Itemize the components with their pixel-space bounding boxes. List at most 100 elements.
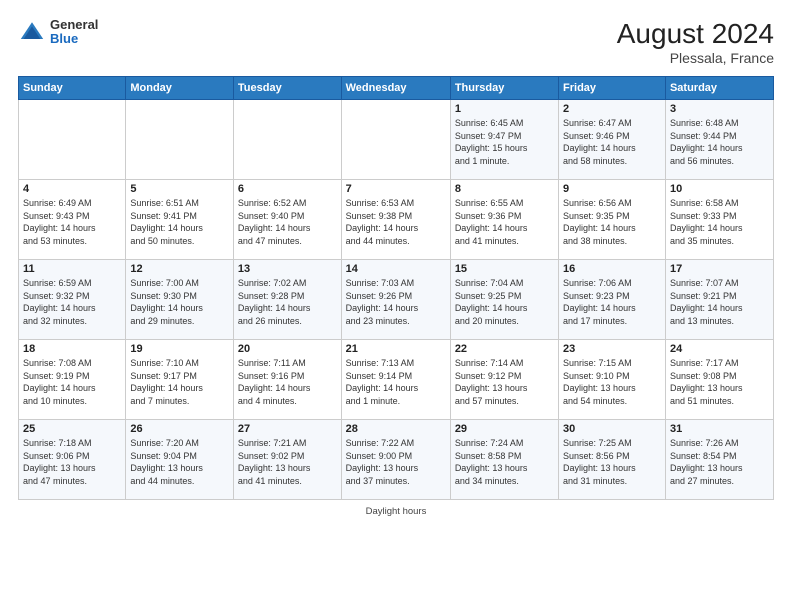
calendar-table: SundayMondayTuesdayWednesdayThursdayFrid…: [18, 76, 774, 500]
calendar-header-saturday: Saturday: [665, 77, 773, 100]
day-number: 21: [346, 343, 446, 355]
day-info: Sunrise: 6:55 AM Sunset: 9:36 PM Dayligh…: [455, 197, 554, 247]
day-info: Sunrise: 7:06 AM Sunset: 9:23 PM Dayligh…: [563, 277, 661, 327]
logo-general-text: General: [50, 18, 98, 32]
day-info: Sunrise: 7:13 AM Sunset: 9:14 PM Dayligh…: [346, 357, 446, 407]
day-number: 25: [23, 423, 121, 435]
main-title: August 2024: [617, 18, 774, 50]
day-number: 1: [455, 103, 554, 115]
day-info: Sunrise: 7:26 AM Sunset: 8:54 PM Dayligh…: [670, 437, 769, 487]
day-info: Sunrise: 6:45 AM Sunset: 9:47 PM Dayligh…: [455, 117, 554, 167]
calendar-week-0: 1 Sunrise: 6:45 AM Sunset: 9:47 PM Daylig…: [19, 100, 774, 180]
logo-icon: [18, 18, 46, 46]
calendar-cell: 16Sunrise: 7:06 AM Sunset: 9:23 PM Dayli…: [559, 260, 666, 340]
day-info: Sunrise: 7:17 AM Sunset: 9:08 PM Dayligh…: [670, 357, 769, 407]
day-info: Sunrise: 7:14 AM Sunset: 9:12 PM Dayligh…: [455, 357, 554, 407]
day-number: 4: [23, 183, 121, 195]
calendar-cell: 10Sunrise: 6:58 AM Sunset: 9:33 PM Dayli…: [665, 180, 773, 260]
day-info: Sunrise: 6:53 AM Sunset: 9:38 PM Dayligh…: [346, 197, 446, 247]
calendar-cell: 8Sunrise: 6:55 AM Sunset: 9:36 PM Daylig…: [450, 180, 558, 260]
calendar-cell: 24 Sunrise: 7:17 AM Sunset: 9:08 PM Dayli…: [665, 340, 773, 420]
day-info: Sunrise: 7:24 AM Sunset: 8:58 PM Dayligh…: [455, 437, 554, 487]
calendar-week-4: 25 Sunrise: 7:18 AM Sunset: 9:06 PM Dayli…: [19, 420, 774, 500]
logo-blue-text: Blue: [50, 32, 98, 46]
logo-text: General Blue: [50, 18, 98, 47]
calendar-header-sunday: Sunday: [19, 77, 126, 100]
day-number: 17: [670, 263, 769, 275]
day-info: Sunrise: 6:47 AM Sunset: 9:46 PM Dayligh…: [563, 117, 661, 167]
calendar-cell: 6 Sunrise: 6:52 AM Sunset: 9:40 PM Daylig…: [233, 180, 341, 260]
calendar-header-wednesday: Wednesday: [341, 77, 450, 100]
calendar-cell: 31Sunrise: 7:26 AM Sunset: 8:54 PM Dayli…: [665, 420, 773, 500]
calendar-cell: 7Sunrise: 6:53 AM Sunset: 9:38 PM Daylig…: [341, 180, 450, 260]
day-info: Sunrise: 7:10 AM Sunset: 9:17 PM Dayligh…: [130, 357, 229, 407]
calendar-cell: 3 Sunrise: 6:48 AM Sunset: 9:44 PM Daylig…: [665, 100, 773, 180]
calendar-week-3: 18 Sunrise: 7:08 AM Sunset: 9:19 PM Dayli…: [19, 340, 774, 420]
day-info: Sunrise: 6:59 AM Sunset: 9:32 PM Dayligh…: [23, 277, 121, 327]
calendar-cell: 2 Sunrise: 6:47 AM Sunset: 9:46 PM Daylig…: [559, 100, 666, 180]
day-info: Sunrise: 6:52 AM Sunset: 9:40 PM Dayligh…: [238, 197, 337, 247]
day-number: 28: [346, 423, 446, 435]
calendar-cell: 26 Sunrise: 7:20 AM Sunset: 9:04 PM Dayli…: [126, 420, 234, 500]
day-info: Sunrise: 7:25 AM Sunset: 8:56 PM Dayligh…: [563, 437, 661, 487]
day-number: 2: [563, 103, 661, 115]
day-info: Sunrise: 6:56 AM Sunset: 9:35 PM Dayligh…: [563, 197, 661, 247]
calendar-cell: 4 Sunrise: 6:49 AM Sunset: 9:43 PM Daylig…: [19, 180, 126, 260]
logo: General Blue: [18, 18, 98, 47]
day-info: Sunrise: 7:21 AM Sunset: 9:02 PM Dayligh…: [238, 437, 337, 487]
calendar-header-thursday: Thursday: [450, 77, 558, 100]
calendar-cell: 25 Sunrise: 7:18 AM Sunset: 9:06 PM Dayli…: [19, 420, 126, 500]
day-number: 27: [238, 423, 337, 435]
day-info: Sunrise: 6:49 AM Sunset: 9:43 PM Dayligh…: [23, 197, 121, 247]
day-number: 18: [23, 343, 121, 355]
day-info: Sunrise: 7:11 AM Sunset: 9:16 PM Dayligh…: [238, 357, 337, 407]
calendar-header-tuesday: Tuesday: [233, 77, 341, 100]
day-info: Sunrise: 7:04 AM Sunset: 9:25 PM Dayligh…: [455, 277, 554, 327]
calendar-cell: 28 Sunrise: 7:22 AM Sunset: 9:00 PM Dayli…: [341, 420, 450, 500]
calendar-header-monday: Monday: [126, 77, 234, 100]
calendar-cell: 29Sunrise: 7:24 AM Sunset: 8:58 PM Dayli…: [450, 420, 558, 500]
day-info: Sunrise: 6:51 AM Sunset: 9:41 PM Dayligh…: [130, 197, 229, 247]
day-info: Sunrise: 7:03 AM Sunset: 9:26 PM Dayligh…: [346, 277, 446, 327]
day-info: Sunrise: 7:07 AM Sunset: 9:21 PM Dayligh…: [670, 277, 769, 327]
calendar-cell: 17 Sunrise: 7:07 AM Sunset: 9:21 PM Dayli…: [665, 260, 773, 340]
title-block: August 2024 Plessala, France: [617, 18, 774, 66]
day-number: 24: [670, 343, 769, 355]
calendar-week-1: 4 Sunrise: 6:49 AM Sunset: 9:43 PM Daylig…: [19, 180, 774, 260]
calendar-cell: [126, 100, 234, 180]
header: General Blue August 2024 Plessala, Franc…: [18, 18, 774, 66]
day-info: Sunrise: 7:00 AM Sunset: 9:30 PM Dayligh…: [130, 277, 229, 327]
day-info: Sunrise: 6:48 AM Sunset: 9:44 PM Dayligh…: [670, 117, 769, 167]
day-number: 30: [563, 423, 661, 435]
day-info: Sunrise: 7:02 AM Sunset: 9:28 PM Dayligh…: [238, 277, 337, 327]
day-info: Sunrise: 7:18 AM Sunset: 9:06 PM Dayligh…: [23, 437, 121, 487]
calendar-cell: 11 Sunrise: 6:59 AM Sunset: 9:32 PM Dayli…: [19, 260, 126, 340]
day-number: 6: [238, 183, 337, 195]
day-info: Sunrise: 7:20 AM Sunset: 9:04 PM Dayligh…: [130, 437, 229, 487]
calendar-week-2: 11 Sunrise: 6:59 AM Sunset: 9:32 PM Dayli…: [19, 260, 774, 340]
day-number: 19: [130, 343, 229, 355]
calendar-cell: 13 Sunrise: 7:02 AM Sunset: 9:28 PM Dayli…: [233, 260, 341, 340]
calendar-cell: 22Sunrise: 7:14 AM Sunset: 9:12 PM Dayli…: [450, 340, 558, 420]
page: General Blue August 2024 Plessala, Franc…: [0, 0, 792, 612]
calendar-cell: 1 Sunrise: 6:45 AM Sunset: 9:47 PM Daylig…: [450, 100, 558, 180]
day-number: 10: [670, 183, 769, 195]
calendar-cell: [233, 100, 341, 180]
calendar-cell: [341, 100, 450, 180]
day-number: 11: [23, 263, 121, 275]
day-info: Sunrise: 7:22 AM Sunset: 9:00 PM Dayligh…: [346, 437, 446, 487]
calendar-cell: 20Sunrise: 7:11 AM Sunset: 9:16 PM Dayli…: [233, 340, 341, 420]
footer: Daylight hours: [18, 506, 774, 517]
day-number: 5: [130, 183, 229, 195]
calendar-cell: 9Sunrise: 6:56 AM Sunset: 9:35 PM Daylig…: [559, 180, 666, 260]
calendar-cell: 5 Sunrise: 6:51 AM Sunset: 9:41 PM Daylig…: [126, 180, 234, 260]
day-number: 3: [670, 103, 769, 115]
calendar-cell: 15Sunrise: 7:04 AM Sunset: 9:25 PM Dayli…: [450, 260, 558, 340]
calendar-cell: 21 Sunrise: 7:13 AM Sunset: 9:14 PM Dayli…: [341, 340, 450, 420]
day-number: 23: [563, 343, 661, 355]
calendar-cell: [19, 100, 126, 180]
day-number: 13: [238, 263, 337, 275]
subtitle: Plessala, France: [617, 50, 774, 66]
day-number: 26: [130, 423, 229, 435]
day-info: Sunrise: 7:08 AM Sunset: 9:19 PM Dayligh…: [23, 357, 121, 407]
